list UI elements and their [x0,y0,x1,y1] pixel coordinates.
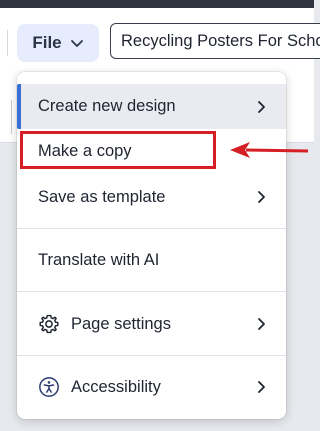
document-title-input[interactable]: Recycling Posters For School [110,23,320,59]
toolbar-divider [7,30,8,56]
file-button-label: File [32,33,62,52]
chevron-right-icon [258,381,265,393]
chevron-right-icon [258,191,265,203]
file-menu-button[interactable]: File [17,24,99,62]
file-dropdown-menu: Create new design Make a copy Save as te… [17,72,286,419]
window-top-edge [0,0,314,8]
menu-item-accessibility[interactable]: Accessibility [17,364,286,410]
menu-item-create-new-design[interactable]: Create new design [17,84,286,129]
accessibility-icon [38,376,60,398]
annotation-arrow [230,142,308,158]
menu-divider [17,355,286,356]
menu-divider [17,228,286,229]
menu-item-label: Translate with AI [38,250,160,269]
menu-divider [17,291,286,292]
gear-icon [38,313,60,335]
document-title-text: Recycling Posters For School [121,31,320,50]
chevron-down-icon [70,40,83,47]
chevron-right-icon [258,318,265,330]
menu-item-translate-with-ai[interactable]: Translate with AI [17,237,286,283]
menu-item-label: Page settings [71,314,171,333]
menu-item-label: Save as template [38,187,166,206]
menu-item-page-settings[interactable]: Page settings [17,301,286,347]
chevron-right-icon [258,100,265,113]
secondary-toolbar-divider [11,100,12,134]
active-indicator [17,84,21,129]
menu-item-save-as-template[interactable]: Save as template [17,174,286,220]
menu-item-label: Create new design [38,97,176,115]
highlight-box [20,131,216,169]
menu-item-label: Accessibility [71,377,161,396]
